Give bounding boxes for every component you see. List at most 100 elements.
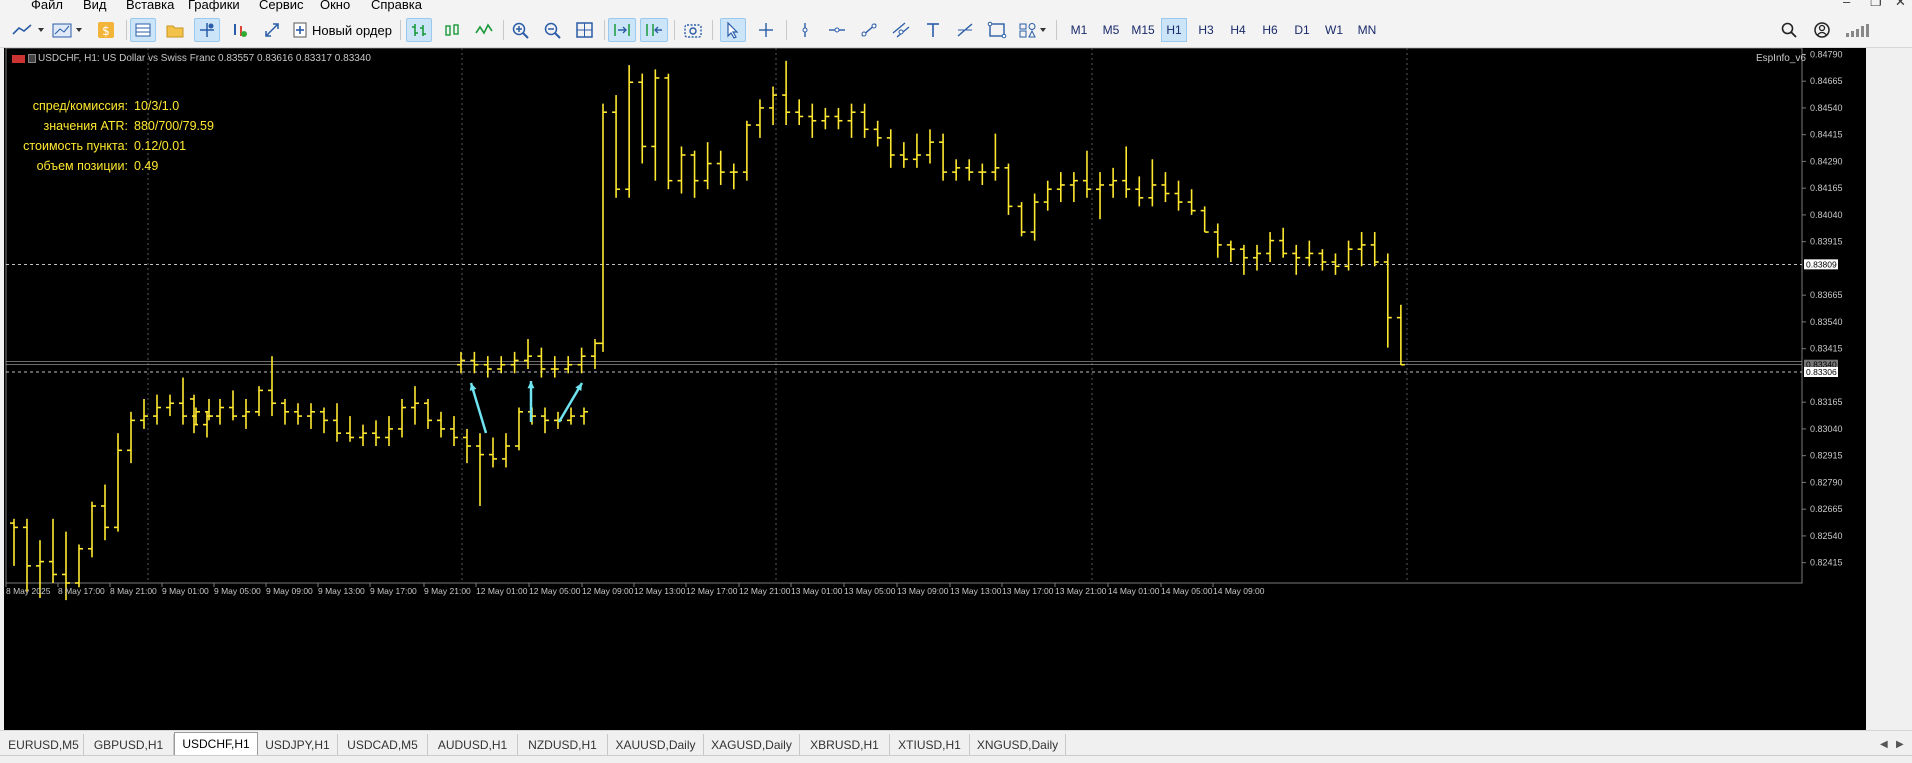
menu-window[interactable]: Окно [320,0,350,12]
timeframe-m15[interactable]: M15 [1128,18,1158,42]
chart-window[interactable]: 0.84790 0.84665 0.84540 0.84415 0.84290 0.841… [4,48,1866,730]
screenshot-icon[interactable] [680,18,706,42]
chart-tabs-bar: EURUSD,M5 GBPUSD,H1 USDCHF,H1 USDJPY,H1 … [0,730,1912,755]
tab-audusd-h1[interactable]: AUDUSD,H1 [428,734,518,755]
toolbar-separator [503,20,504,40]
line-icon[interactable] [471,18,497,42]
rectangle-icon[interactable] [984,18,1010,42]
scroll-right-icon[interactable]: ▶ [1896,739,1904,750]
price-label: 0.84040 [1810,210,1843,220]
grid-icon[interactable] [572,18,598,42]
price-label: 0.83040 [1810,424,1843,434]
menu-insert[interactable]: Вставка [126,0,174,12]
autoscroll-icon[interactable] [608,18,636,42]
line-chart-icon[interactable] [10,18,46,42]
close-icon[interactable]: ✕ [1895,0,1906,10]
time-label: 12 May 01:00 [476,586,528,596]
menu-view[interactable]: Вид [83,0,107,12]
timeframe-m1[interactable]: M1 [1066,18,1092,42]
chart-header: USDCHF, H1: US Dollar vs Swiss Franc 0.8… [38,53,371,64]
time-label: 8 May 21:00 [110,586,157,596]
price-label: 0.82540 [1810,531,1843,541]
crosshair-icon[interactable] [753,18,779,42]
tab-gbpusd-h1[interactable]: GBPUSD,H1 [84,734,174,755]
timeframe-w1[interactable]: W1 [1321,18,1347,42]
signal-icon[interactable] [1843,18,1871,42]
tab-xbrusd-h1[interactable]: XBRUSD,H1 [800,734,890,755]
search-icon[interactable] [1777,18,1801,42]
text-icon[interactable] [920,18,946,42]
chart-menu-icon[interactable] [28,54,36,63]
time-label: 9 May 05:00 [214,586,261,596]
algo-trading-icon[interactable] [226,18,252,42]
status-bar [0,755,1912,763]
time-label: 12 May 05:00 [529,586,581,596]
candlestick-icon[interactable] [439,18,465,42]
price-chart[interactable]: 0.84790 0.84665 0.84540 0.84415 0.84290 0.841… [4,48,1866,730]
tab-xngusd-daily[interactable]: XNGUSD,Daily [970,734,1066,755]
info-row: объем позиции: 0.49 [14,156,214,176]
time-label: 13 May 13:00 [950,586,1002,596]
timeframe-mn[interactable]: MN [1353,18,1381,42]
tab-xagusd-daily[interactable]: XAGUSD,Daily [704,734,800,755]
info-value: 880/700/79.59 [134,119,214,133]
info-row: значения ATR: 880/700/79.59 [14,116,214,136]
timeframe-h4[interactable]: H4 [1225,18,1251,42]
menu-help[interactable]: Справка [371,0,422,12]
timeframe-h6[interactable]: H6 [1257,18,1283,42]
price-label: 0.83915 [1810,237,1843,247]
timeframe-d1[interactable]: D1 [1289,18,1315,42]
zoom-out-icon[interactable] [540,18,566,42]
scroll-left-icon[interactable]: ◀ [1880,739,1888,750]
cursor-icon[interactable] [720,18,746,42]
tab-xauusd-daily[interactable]: XAUUSD,Daily [608,734,704,755]
crosshair-zoom-icon[interactable] [194,18,220,42]
minimize-icon[interactable]: ‒ [1843,0,1850,9]
price-label: 0.82415 [1810,558,1843,568]
timeframe-h3[interactable]: H3 [1193,18,1219,42]
expand-icon[interactable] [260,18,284,42]
chart-template-icon[interactable] [50,18,86,42]
timeframe-m5[interactable]: M5 [1098,18,1124,42]
menu-charts[interactable]: Графики [188,0,240,12]
menu-tools[interactable]: Сервис [259,0,304,12]
tab-eurusd-m5[interactable]: EURUSD,M5 [4,734,84,755]
time-label: 13 May 01:00 [791,586,843,596]
new-order-button[interactable]: Новый ордер [293,18,392,42]
tab-usdcad-m5[interactable]: USDCAD,M5 [338,734,428,755]
tab-nzdusd-h1[interactable]: NZDUSD,H1 [518,734,608,755]
toolbar: $ Новый ордер M1 M5 M15 H1 H3 H4 H6 D1 W… [0,12,1912,48]
price-label: 0.84665 [1810,76,1843,86]
menu-file[interactable]: Файл [31,0,63,12]
tab-usdjpy-h1[interactable]: USDJPY,H1 [258,734,338,755]
price-label: 0.83540 [1810,317,1843,327]
dollar-icon[interactable]: $ [94,18,118,42]
shapes-menu-icon[interactable] [1016,18,1050,42]
fibonacci-icon[interactable] [952,18,978,42]
account-icon[interactable] [1810,18,1834,42]
horizontal-line-icon[interactable] [824,18,850,42]
channel-icon[interactable] [888,18,914,42]
toolbar-separator [604,20,605,40]
time-label: 9 May 01:00 [162,586,209,596]
chart-shift-icon[interactable] [640,18,668,42]
market-watch-icon[interactable] [130,18,156,42]
zoom-in-icon[interactable] [508,18,534,42]
vertical-line-icon[interactable] [792,18,818,42]
price-label: 0.82790 [1810,477,1843,487]
trendline-icon[interactable] [856,18,882,42]
time-label: 8 May 17:00 [58,586,105,596]
folder-icon[interactable] [163,18,187,42]
time-label: 12 May 13:00 [634,586,686,596]
tab-usdchf-h1[interactable]: USDCHF,H1 [174,732,258,755]
price-tag-label: 0.83809 [1806,259,1837,269]
time-label: 12 May 17:00 [686,586,738,596]
terminal-window: Файл Вид Вставка Графики Сервис Окно Спр… [0,0,1912,763]
tab-xtiusd-h1[interactable]: XTIUSD,H1 [890,734,970,755]
restore-icon[interactable]: ❐ [1870,0,1882,10]
bar-chart-icon[interactable] [406,18,432,42]
timeframe-h1[interactable]: H1 [1161,18,1187,42]
info-label: стоимость пункта: [23,139,128,153]
price-label: 0.84415 [1810,130,1843,140]
svg-text:$: $ [102,24,110,38]
